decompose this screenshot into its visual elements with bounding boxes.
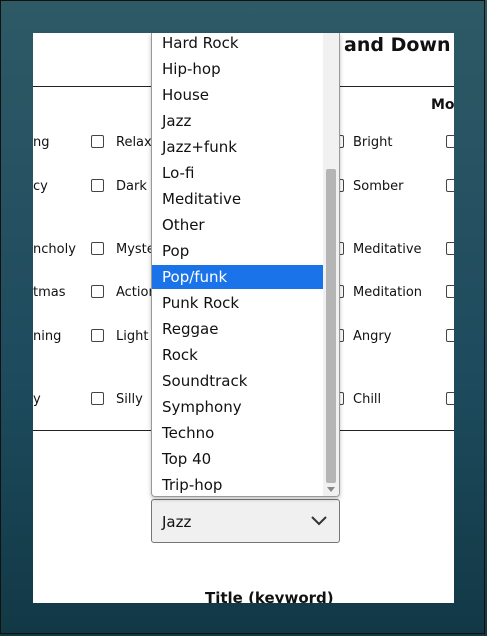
genre-select-value: Jazz: [162, 513, 192, 531]
mood-label: Chill: [353, 392, 382, 407]
mood-label: Dark: [116, 179, 147, 194]
scrollbar-thumb[interactable]: [326, 169, 336, 483]
mood-label: Silly: [116, 392, 143, 407]
genre-option[interactable]: Pop/funk: [152, 265, 323, 289]
mood-checkbox[interactable]: [446, 392, 454, 405]
mood-column-header: Mo: [431, 97, 454, 113]
mood-label: Relax: [116, 135, 152, 150]
mood-checkbox-light[interactable]: [91, 329, 104, 342]
mood-label: Meditation: [353, 285, 423, 300]
genre-dropdown-list[interactable]: Hard Rock Hip-hop House Jazz Jazz+funk Lo-fi M…: [151, 33, 340, 497]
genre-select[interactable]: Jazz: [151, 499, 340, 543]
mood-checkbox-action[interactable]: [91, 285, 104, 298]
mood-label: ning: [33, 329, 62, 344]
mood-checkbox-dark[interactable]: [91, 179, 104, 192]
mood-checkbox-silly[interactable]: [91, 392, 104, 405]
mood-checkbox-relax[interactable]: [91, 135, 104, 148]
genre-option[interactable]: Hard Rock: [152, 33, 323, 55]
page-title: and Down: [344, 34, 451, 56]
genre-option[interactable]: Jazz+funk: [152, 135, 323, 159]
genre-option[interactable]: Soundtrack: [152, 369, 323, 393]
genre-option[interactable]: Lo-fi: [152, 161, 323, 185]
genre-option[interactable]: Punk Rock: [152, 291, 323, 315]
mood-label: ncholy: [33, 242, 76, 257]
mood-label: Angry: [353, 329, 392, 344]
genre-option[interactable]: Trip-hop: [152, 473, 323, 496]
mood-label: Meditative: [353, 242, 422, 257]
genre-option[interactable]: Pop: [152, 239, 323, 263]
genre-option[interactable]: Reggae: [152, 317, 323, 341]
mood-label: tmas: [33, 285, 66, 300]
genre-option[interactable]: Symphony: [152, 395, 323, 419]
mood-label: ng: [33, 135, 50, 150]
genre-option[interactable]: House: [152, 83, 323, 107]
mood-label: Light: [116, 329, 149, 344]
mood-label: cy: [33, 179, 48, 194]
genre-option[interactable]: Jazz: [152, 109, 323, 133]
mood-checkbox-mystery[interactable]: [91, 242, 104, 255]
mood-checkbox[interactable]: [446, 179, 454, 192]
mood-label: Somber: [353, 179, 404, 194]
genre-option[interactable]: Other: [152, 213, 323, 237]
mood-label: Myste: [116, 242, 155, 257]
title-keyword-label: Title (keyword): [205, 589, 334, 603]
genre-option[interactable]: Meditative: [152, 187, 323, 211]
mood-checkbox[interactable]: [446, 329, 454, 342]
dropdown-scrollbar[interactable]: [323, 33, 339, 496]
mood-label: Bright: [353, 135, 393, 150]
mood-checkbox[interactable]: [446, 285, 454, 298]
genre-option[interactable]: Hip-hop: [152, 57, 323, 81]
genre-option[interactable]: Rock: [152, 343, 323, 367]
mood-checkbox[interactable]: [446, 242, 454, 255]
genre-option[interactable]: Techno: [152, 421, 323, 445]
mood-checkbox[interactable]: [446, 135, 454, 148]
chevron-down-icon: [311, 516, 327, 526]
scroll-down-arrow-icon[interactable]: [327, 487, 335, 492]
genre-option[interactable]: Top 40: [152, 447, 323, 471]
mood-label: y: [33, 392, 41, 407]
